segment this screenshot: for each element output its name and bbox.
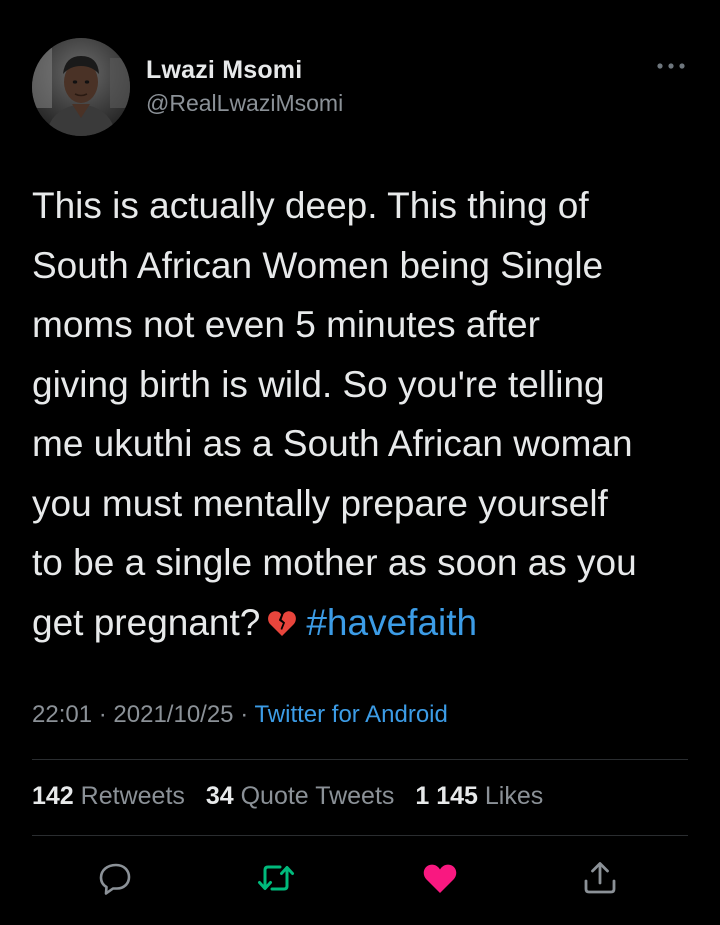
like-icon[interactable] (420, 858, 460, 898)
tweet-line: to be a single mother as soon as you (32, 542, 637, 583)
avatar[interactable] (32, 38, 130, 136)
meta-separator: · (98, 701, 107, 728)
tweet-line: This is actually deep. This thing of (32, 185, 589, 226)
author-name[interactable]: Lwazi Msomi (146, 56, 302, 85)
quote-tweets-stat[interactable]: 34 Quote Tweets (206, 782, 395, 810)
retweets-stat[interactable]: 142 Retweets (32, 782, 185, 810)
retweet-icon[interactable] (256, 858, 296, 898)
retweets-label: Retweets (80, 782, 185, 810)
reply-icon[interactable] (96, 858, 136, 898)
broken-heart-icon (266, 597, 298, 636)
quote-tweets-label: Quote Tweets (240, 782, 395, 810)
tweet-date[interactable]: 2021/10/25 (113, 701, 233, 728)
quote-tweets-count: 34 (205, 782, 234, 810)
likes-label: Likes (484, 782, 544, 810)
tweet-line: South African Women being Single (32, 244, 604, 286)
tweet-line: me ukuthi as a South African woman (32, 423, 633, 464)
tweet-text: This is actually deep. This thing of Sou… (32, 176, 702, 652)
divider (32, 759, 688, 760)
meta-separator: · (240, 701, 249, 728)
likes-stat[interactable]: 1 145 Likes (415, 782, 543, 810)
tweet-line: you must mentally prepare yourself (32, 482, 608, 524)
tweet: Lwazi Msomi @RealLwaziMsomi This is actu… (0, 0, 720, 925)
tweet-last-line: get pregnant? #havefaith (32, 593, 702, 653)
retweets-count: 142 (32, 782, 74, 810)
tweet-line: giving birth is wild. So you're telling (32, 363, 605, 405)
likes-count: 1 145 (415, 782, 478, 810)
tweet-meta: 22:01 · 2021/10/25 · Twitter for Android (32, 701, 448, 729)
tweet-line: get pregnant? (32, 601, 261, 643)
more-options-icon[interactable] (654, 56, 688, 76)
tweet-line: moms not even 5 minutes after (32, 304, 540, 345)
author-handle[interactable]: @RealLwaziMsomi (146, 90, 343, 117)
share-icon[interactable] (580, 858, 620, 898)
tweet-time[interactable]: 22:01 (32, 701, 92, 728)
divider (32, 835, 688, 836)
tweet-stats: 142 Retweets 34 Quote Tweets 1 145 Likes (32, 782, 557, 811)
hashtag-link[interactable]: #havefaith (306, 602, 477, 643)
tweet-source-link[interactable]: Twitter for Android (254, 701, 447, 728)
